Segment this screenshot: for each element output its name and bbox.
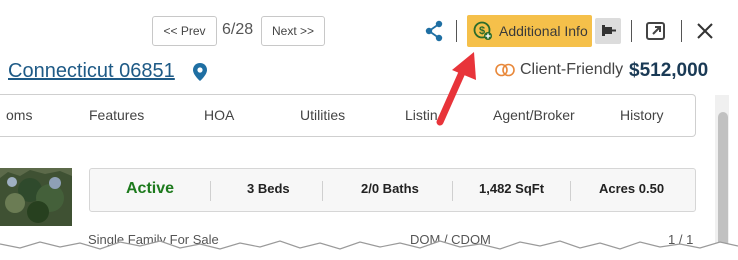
- record-counter: 6/28: [222, 21, 254, 38]
- toggle-icon: [495, 63, 515, 77]
- dollar-plus-icon: $: [473, 21, 492, 40]
- tab-history[interactable]: History: [620, 107, 664, 123]
- toolbar-divider: [631, 20, 632, 42]
- next-button[interactable]: Next >>: [261, 16, 325, 46]
- client-friendly-toggle[interactable]: Client-Friendly: [495, 61, 623, 79]
- toolbar-divider: [681, 20, 682, 42]
- summary-divider: [210, 181, 211, 201]
- annotation-arrow: [436, 52, 476, 126]
- listing-summary: Active 3 Beds 2/0 Baths 1,482 SqFt Acres…: [89, 168, 696, 212]
- map-pin-icon[interactable]: [193, 63, 207, 81]
- sqft-value: 1,482 SqFt: [479, 181, 545, 196]
- summary-divider: [570, 181, 571, 201]
- pushpin-icon: [602, 25, 616, 36]
- tab-utilities[interactable]: Utilities: [300, 107, 345, 123]
- listing-address-link[interactable]: Connecticut 06851: [8, 60, 175, 83]
- tab-features[interactable]: Features: [89, 107, 144, 123]
- beds-value: 3 Beds: [247, 181, 290, 196]
- baths-value: 2/0 Baths: [361, 181, 419, 196]
- pin-panel-button[interactable]: [595, 18, 621, 44]
- detail-tabs: oms Features HOA Utilities Listin Agent/…: [0, 94, 696, 137]
- tab-rooms[interactable]: oms: [6, 107, 32, 123]
- top-toolbar: << Prev 6/28 Next >> $ Additional Info: [0, 0, 738, 62]
- acres-value: Acres 0.50: [599, 181, 665, 196]
- close-icon[interactable]: [694, 20, 716, 42]
- status-badge: Active: [126, 180, 175, 197]
- summary-divider: [322, 181, 323, 201]
- toolbar-divider: [456, 20, 457, 42]
- prev-button[interactable]: << Prev: [152, 16, 217, 46]
- additional-info-button[interactable]: $ Additional Info: [467, 15, 592, 47]
- tab-hoa[interactable]: HOA: [204, 107, 234, 123]
- listing-price: $512,000: [629, 60, 709, 81]
- share-icon[interactable]: [424, 20, 444, 42]
- open-external-icon[interactable]: [644, 19, 668, 43]
- client-friendly-label: Client-Friendly: [520, 61, 624, 78]
- torn-edge: [0, 240, 738, 260]
- summary-divider: [452, 181, 453, 201]
- tab-agent-broker[interactable]: Agent/Broker: [493, 107, 575, 123]
- additional-info-label: Additional Info: [499, 23, 588, 39]
- property-photo[interactable]: [0, 168, 72, 226]
